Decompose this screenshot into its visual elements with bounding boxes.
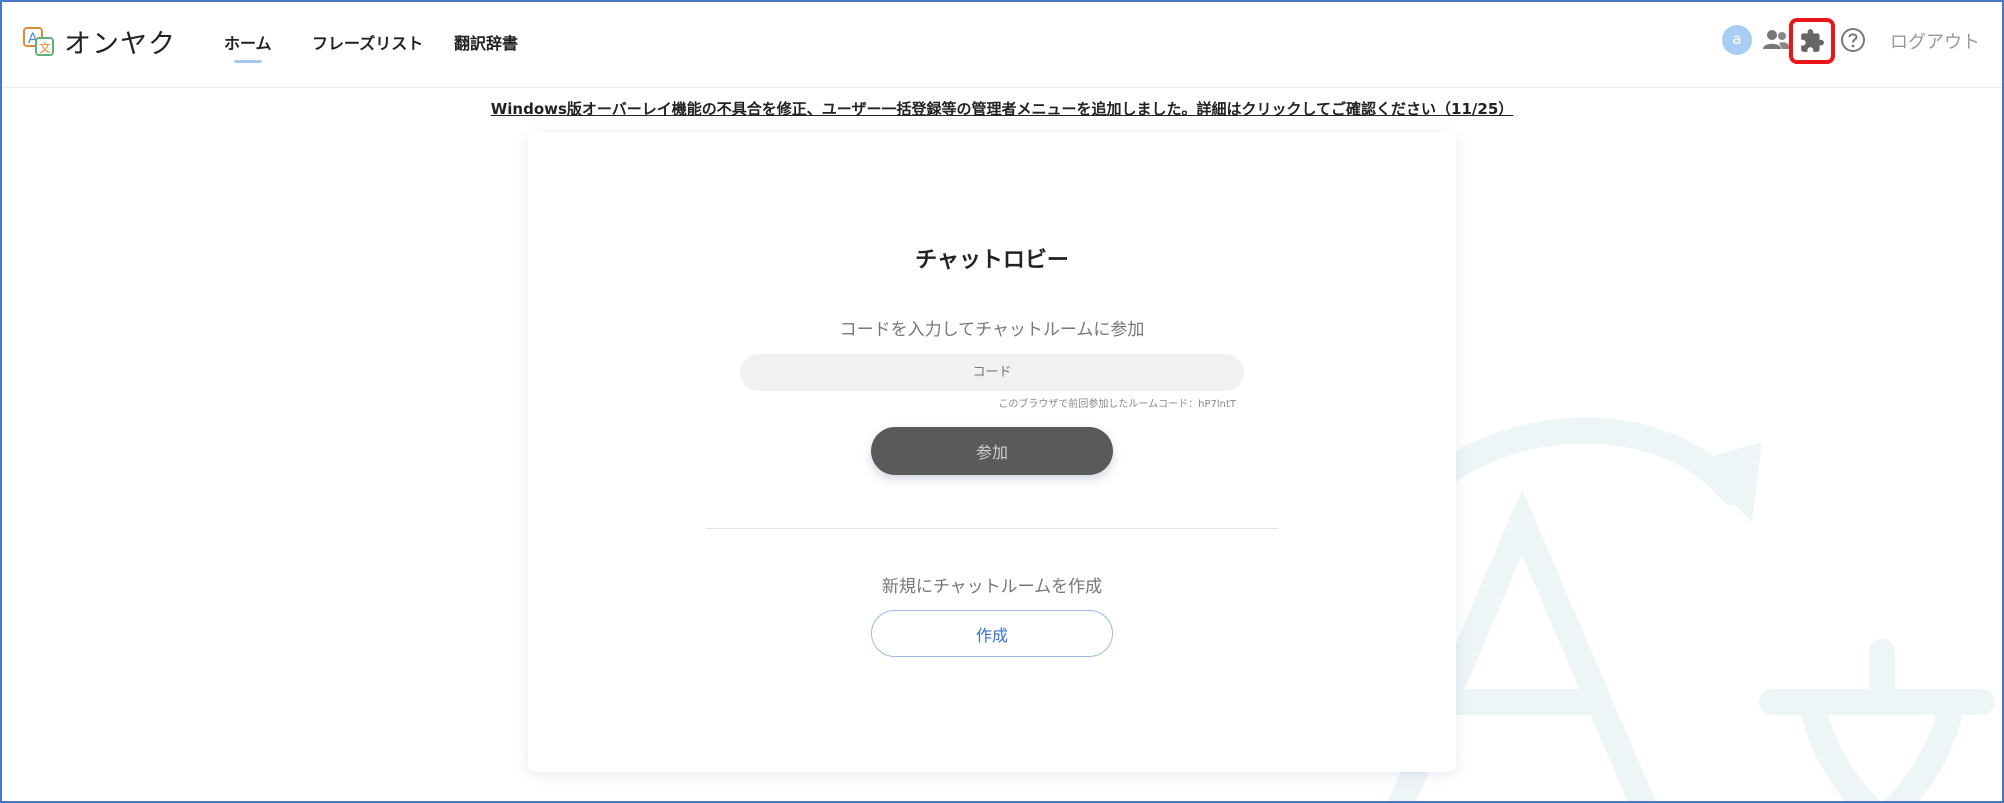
announcement-link[interactable]: Windows版オーバーレイ機能の不具合を修正、ユーザー一括登録等の管理者メニュ… bbox=[2, 98, 2002, 119]
logo-icon: A 文 bbox=[23, 27, 54, 56]
create-button[interactable]: 作成 bbox=[871, 610, 1113, 657]
create-label: 新規にチャットルームを作成 bbox=[881, 577, 1103, 597]
app-window: A 文 オンヤク ホーム フレーズリスト 翻訳辞書 a ログアウト Window… bbox=[0, 0, 2004, 803]
header: A 文 オンヤク ホーム フレーズリスト 翻訳辞書 a ログアウト bbox=[2, 2, 2002, 88]
join-label: コードを入力してチャットルームに参加 bbox=[839, 320, 1145, 340]
join-button[interactable]: 参加 bbox=[871, 427, 1113, 475]
page-title: チャットロビー bbox=[915, 248, 1069, 273]
nav-phrase-list[interactable]: フレーズリスト bbox=[312, 30, 423, 54]
nav-home[interactable]: ホーム bbox=[224, 30, 272, 63]
logout-link[interactable]: ログアウト bbox=[1890, 28, 1980, 54]
extension-button[interactable] bbox=[1789, 18, 1835, 64]
svg-text:文: 文 bbox=[39, 40, 51, 55]
users-icon[interactable] bbox=[1760, 24, 1792, 56]
avatar[interactable]: a bbox=[1722, 25, 1752, 55]
puzzle-icon bbox=[1801, 29, 1824, 52]
brand-name[interactable]: オンヤク bbox=[64, 22, 176, 61]
nav-dictionary[interactable]: 翻訳辞書 bbox=[454, 30, 518, 54]
room-code-input[interactable] bbox=[740, 354, 1244, 391]
recent-room-code-note: このブラウザで前回参加したルームコード：hP7lntT bbox=[998, 399, 1236, 410]
help-icon[interactable] bbox=[1840, 27, 1866, 53]
divider bbox=[706, 528, 1278, 529]
chat-lobby-card: チャットロビー コードを入力してチャットルームに参加 このブラウザで前回参加した… bbox=[528, 132, 1456, 772]
